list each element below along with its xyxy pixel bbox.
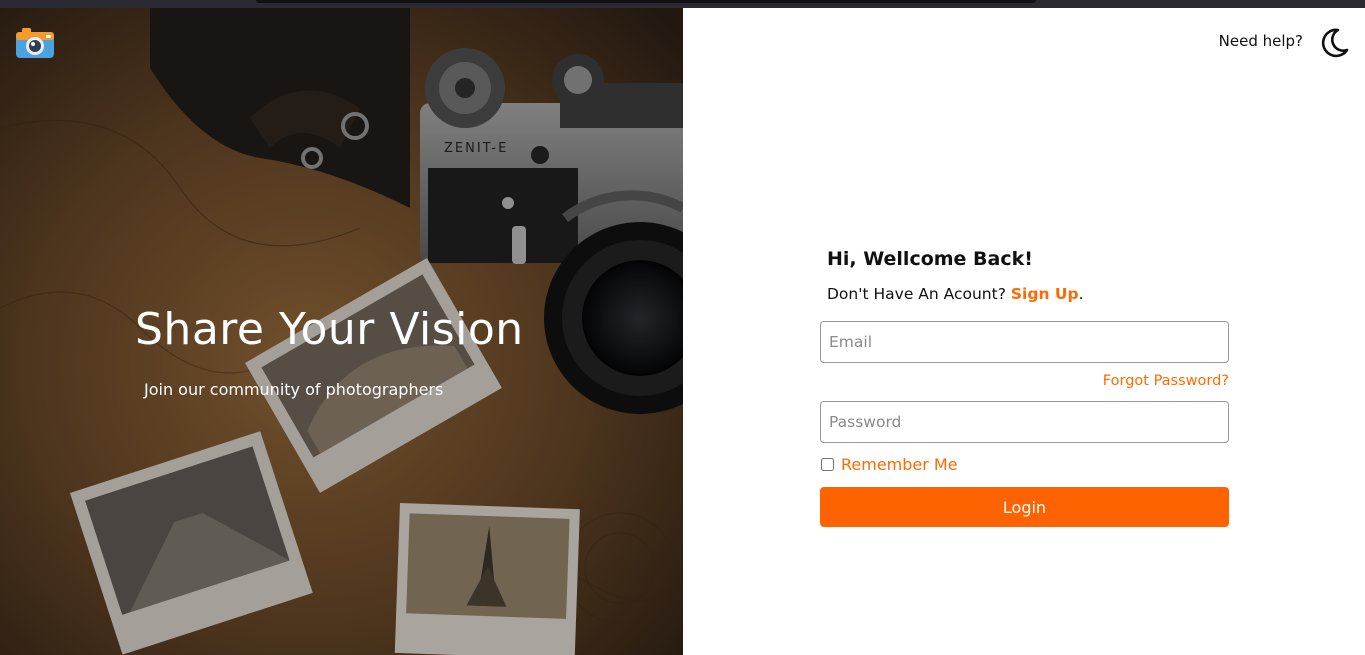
password-input[interactable] <box>820 401 1229 443</box>
signup-suffix: . <box>1078 285 1084 303</box>
hero-subtitle: Join our community of photographers <box>144 380 444 399</box>
need-help-link[interactable]: Need help? <box>1219 32 1303 50</box>
forgot-password-link[interactable]: Forgot Password? <box>820 373 1229 389</box>
moon-icon[interactable] <box>1317 26 1351 60</box>
login-panel: Need help? Hi, Wellcome Back! Don't Have… <box>683 8 1365 655</box>
remember-me-label[interactable]: Remember Me <box>841 455 958 474</box>
login-form: Hi, Wellcome Back! Don't Have An Acount?… <box>820 248 1229 527</box>
remember-me-checkbox[interactable] <box>821 458 834 471</box>
signup-prompt: Don't Have An Acount? Sign Up. <box>827 285 1229 303</box>
hero-panel: ZENIT-E Share Your Vision Join our commu… <box>0 8 683 655</box>
email-input[interactable] <box>820 321 1229 363</box>
browser-notch <box>256 0 1036 3</box>
signup-prompt-text: Don't Have An Acount? <box>827 285 1011 303</box>
browser-top-strip <box>0 0 1365 8</box>
camera-logo-icon[interactable] <box>15 26 55 60</box>
login-button[interactable]: Login <box>820 487 1229 527</box>
remember-me-row: Remember Me <box>820 455 1229 474</box>
hero-title: Share Your Vision <box>135 304 524 355</box>
signup-link[interactable]: Sign Up <box>1011 285 1079 303</box>
welcome-heading: Hi, Wellcome Back! <box>827 248 1033 270</box>
